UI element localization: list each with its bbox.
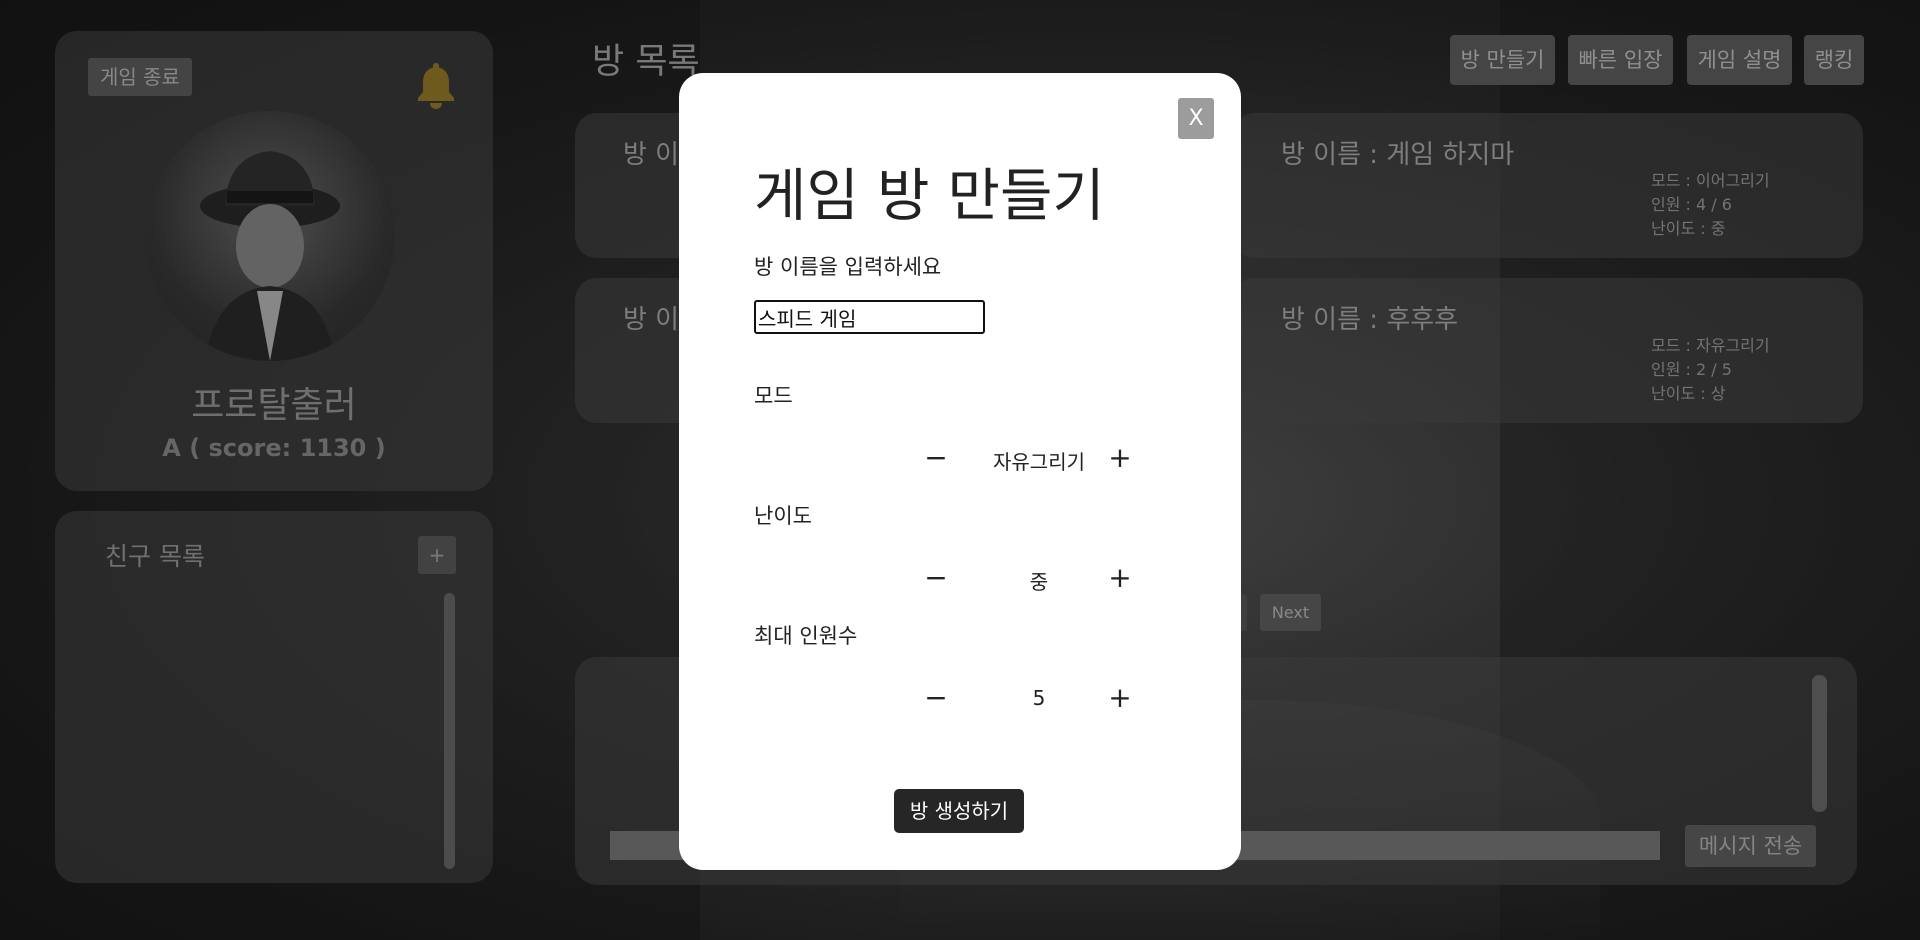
room-name-input[interactable]	[754, 300, 985, 334]
create-room-submit-button[interactable]: 방 생성하기	[894, 789, 1024, 833]
create-room-modal: X 게임 방 만들기 방 이름을 입력하세요 모드 − 자유그리기 + 난이도 …	[679, 73, 1241, 870]
max-players-increment-button[interactable]: +	[1103, 682, 1137, 716]
mode-label: 모드	[754, 384, 793, 408]
difficulty-label: 난이도	[754, 504, 812, 528]
max-players-label: 최대 인원수	[754, 624, 858, 648]
mode-increment-button[interactable]: +	[1103, 442, 1137, 476]
difficulty-increment-button[interactable]: +	[1103, 562, 1137, 596]
close-button[interactable]: X	[1178, 98, 1214, 139]
modal-title: 게임 방 만들기	[754, 163, 1105, 229]
room-name-label: 방 이름을 입력하세요	[754, 255, 942, 279]
